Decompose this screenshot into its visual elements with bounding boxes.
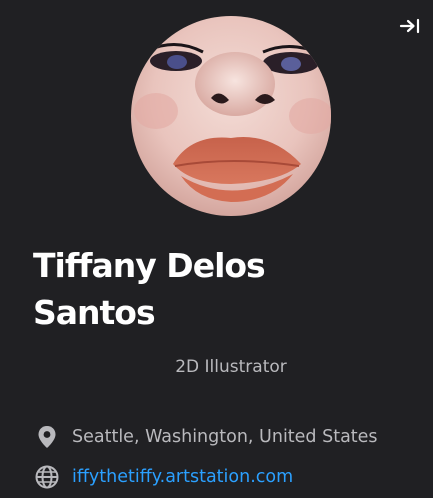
collapse-panel-button[interactable] xyxy=(397,14,423,38)
website-link[interactable]: iffythetiffy.artstation.com xyxy=(72,465,293,489)
globe-icon xyxy=(34,465,60,489)
profile-name: Tiffany Delos Santos xyxy=(33,246,266,332)
avatar[interactable] xyxy=(131,16,331,216)
avatar-image xyxy=(131,16,331,216)
location-row: Seattle, Washington, United States xyxy=(34,425,378,449)
map-pin-icon xyxy=(34,425,60,449)
profile-panel: Tiffany Delos Santos 2D Illustrator Seat… xyxy=(0,0,433,498)
website-row: iffythetiffy.artstation.com xyxy=(34,465,293,489)
profile-headline: 2D Illustrator xyxy=(175,357,287,377)
location-text: Seattle, Washington, United States xyxy=(72,427,378,447)
arrow-right-to-bar-icon xyxy=(399,18,420,34)
